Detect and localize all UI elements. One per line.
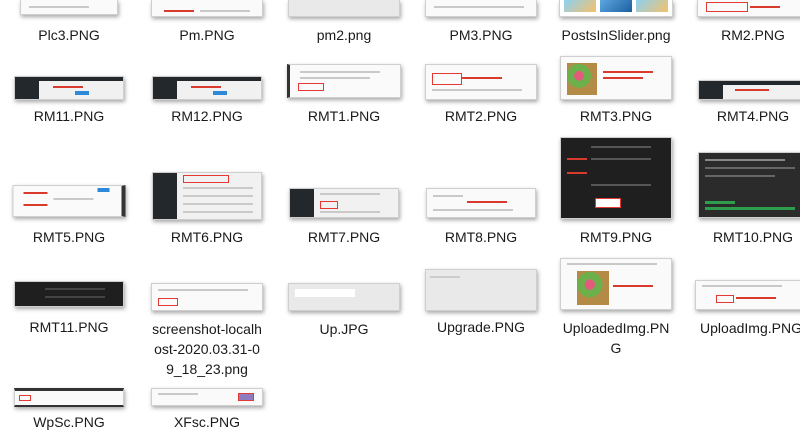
file-name: RM11.PNG <box>33 108 105 124</box>
file-name: RMT3.PNG <box>579 108 653 124</box>
file-name: Plc3.PNG <box>38 27 100 43</box>
file-thumbnail <box>698 80 800 100</box>
file-thumbnail <box>559 0 673 17</box>
file-name: Upgrade.PNG <box>437 319 525 335</box>
file-thumbnail <box>695 280 800 310</box>
file-thumbnail <box>697 0 800 17</box>
file-thumbnail <box>152 172 262 220</box>
file-thumbnail <box>560 258 672 310</box>
file-thumbnail <box>288 283 400 311</box>
file-name: Pm.PNG <box>179 27 235 43</box>
file-thumbnail <box>287 64 401 98</box>
file-thumbnail <box>288 0 400 17</box>
file-thumbnail <box>289 188 399 218</box>
file-thumbnail <box>151 0 263 17</box>
file-thumbnail <box>20 0 118 15</box>
file-name: RMT2.PNG <box>444 108 518 124</box>
file-name: RMT11.PNG <box>29 319 109 335</box>
file-name: RM12.PNG <box>171 108 243 124</box>
file-name: PostsInSlider.png <box>561 27 671 43</box>
file-name: RMT10.PNG <box>712 229 794 245</box>
file-thumbnail <box>425 269 537 311</box>
file-thumbnail <box>152 76 262 100</box>
file-name: Up.JPG <box>319 321 369 337</box>
file-thumbnail <box>14 388 124 407</box>
file-name: XFsc.PNG <box>173 414 241 430</box>
file-name: RMT4.PNG <box>716 108 790 124</box>
file-thumbnail <box>12 185 126 217</box>
file-thumbnail <box>425 0 537 17</box>
file-thumbnail <box>426 188 536 218</box>
file-thumbnail <box>698 152 800 218</box>
file-thumbnail <box>14 76 124 100</box>
file-name: RMT8.PNG <box>444 229 518 245</box>
file-thumbnail <box>151 283 263 311</box>
file-thumbnail <box>560 56 672 100</box>
file-name: RMT6.PNG <box>170 229 244 245</box>
file-name: UploadedImg.PN G <box>562 320 670 356</box>
file-name: RMT5.PNG <box>32 229 106 245</box>
file-thumbnail <box>14 281 124 307</box>
file-name: UploadImg.PNG <box>700 320 800 336</box>
file-name: WpSc.PNG <box>33 414 105 430</box>
file-thumbnail <box>425 64 537 100</box>
file-thumbnail <box>151 388 263 406</box>
file-name: RMT9.PNG <box>579 229 653 245</box>
file-thumbnail <box>560 137 672 219</box>
file-name: RMT7.PNG <box>307 229 381 245</box>
file-name: RM2.PNG <box>721 27 785 43</box>
file-name: screenshot-localh ost-2020.03.31-0 9_18_… <box>152 321 262 377</box>
file-name: RMT1.PNG <box>307 108 381 124</box>
file-name: PM3.PNG <box>449 27 513 43</box>
file-name: pm2.png <box>316 27 372 43</box>
